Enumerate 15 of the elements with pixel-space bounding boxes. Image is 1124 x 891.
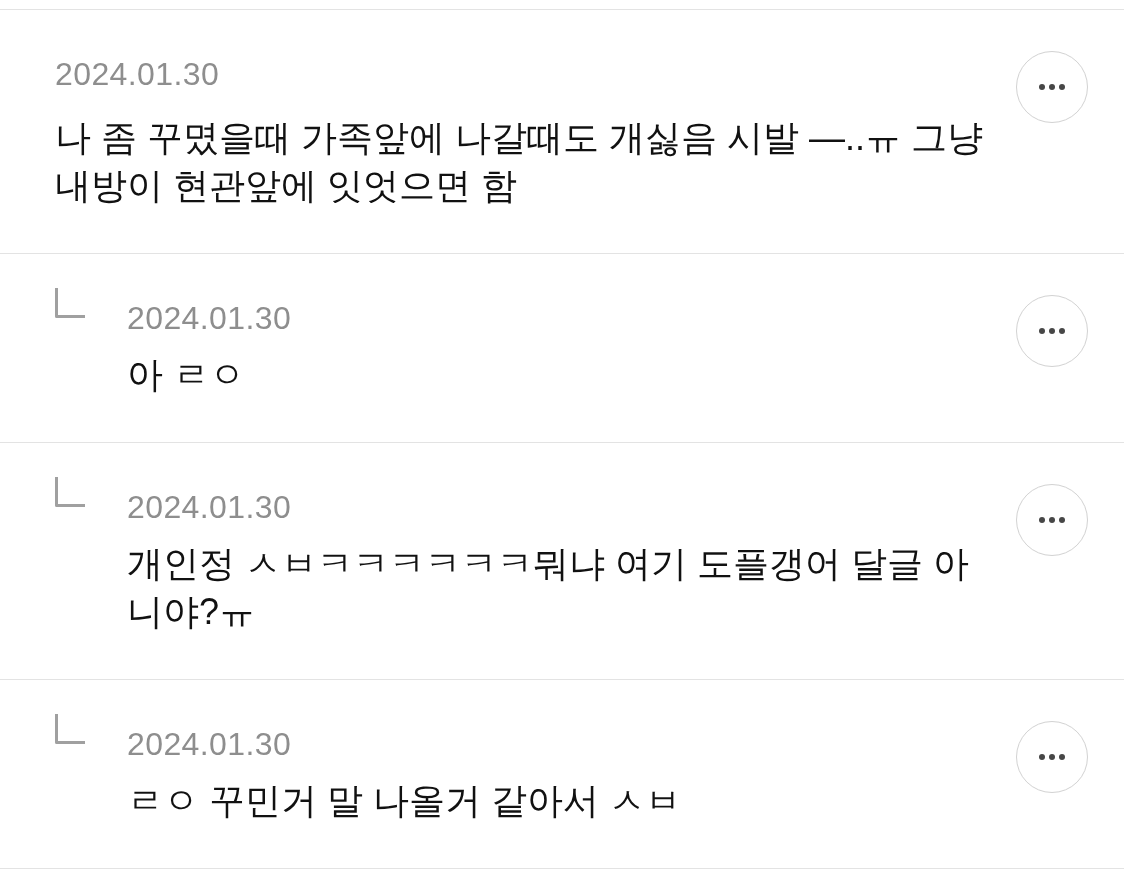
comment-text: 개인정 ㅅㅂㅋㅋㅋㅋㅋㅋ뭐냐 여기 도플갱어 달글 아니야?ㅠ [127,542,970,634]
reply-indent-icon [55,477,85,507]
comment-date: 2024.01.30 [55,57,220,91]
comment-date: 2024.01.30 [127,301,292,335]
more-icon [1039,84,1065,90]
comment-text: 아 ㄹㅇ [127,353,245,397]
more-icon [1039,754,1065,760]
reply-indent-icon [55,288,85,318]
comment-text: ㄹㅇ 꾸민거 말 나올거 같아서 ㅅㅂ [127,779,681,823]
comment-date: 2024.01.30 [127,727,292,761]
comment-date: 2024.01.30 [127,490,292,524]
reply-indent-icon [55,714,85,744]
comment-text: 나 좀 꾸몄을때 가족앞에 나갈때도 개싫음 시발 —..ㅠ 그냥 내방이 현관앞에 잇엇으면 함 [55,116,985,208]
more-icon [1039,517,1065,523]
more-icon [1039,328,1065,334]
